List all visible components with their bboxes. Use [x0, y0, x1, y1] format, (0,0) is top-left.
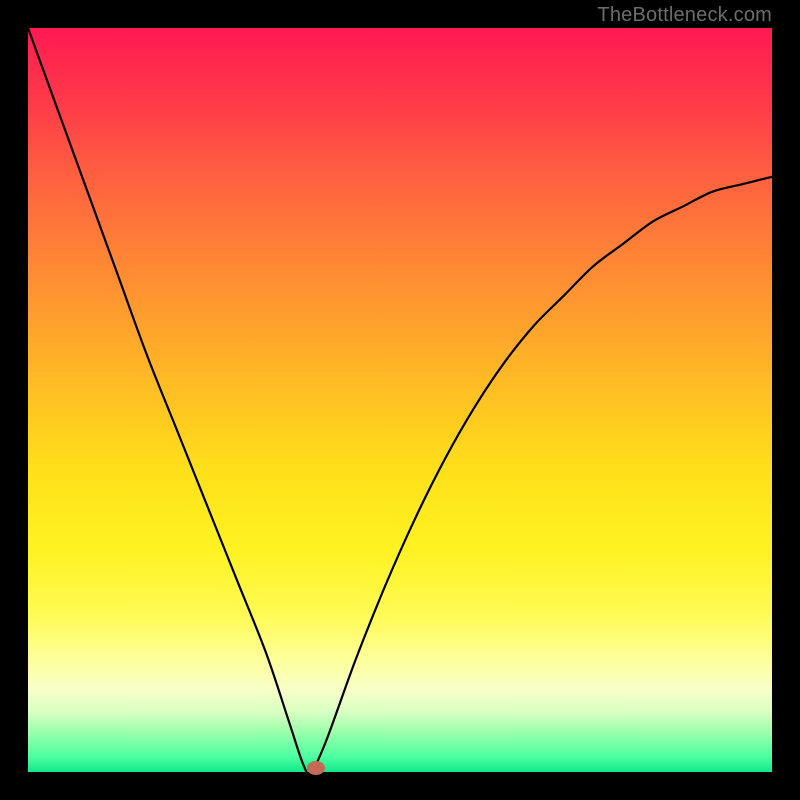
plot-area [28, 28, 772, 772]
chart-frame: TheBottleneck.com [0, 0, 800, 800]
bottleneck-curve [28, 28, 772, 774]
optimal-point-marker [307, 761, 325, 775]
chart-svg [28, 28, 772, 772]
watermark-text: TheBottleneck.com [597, 4, 772, 27]
